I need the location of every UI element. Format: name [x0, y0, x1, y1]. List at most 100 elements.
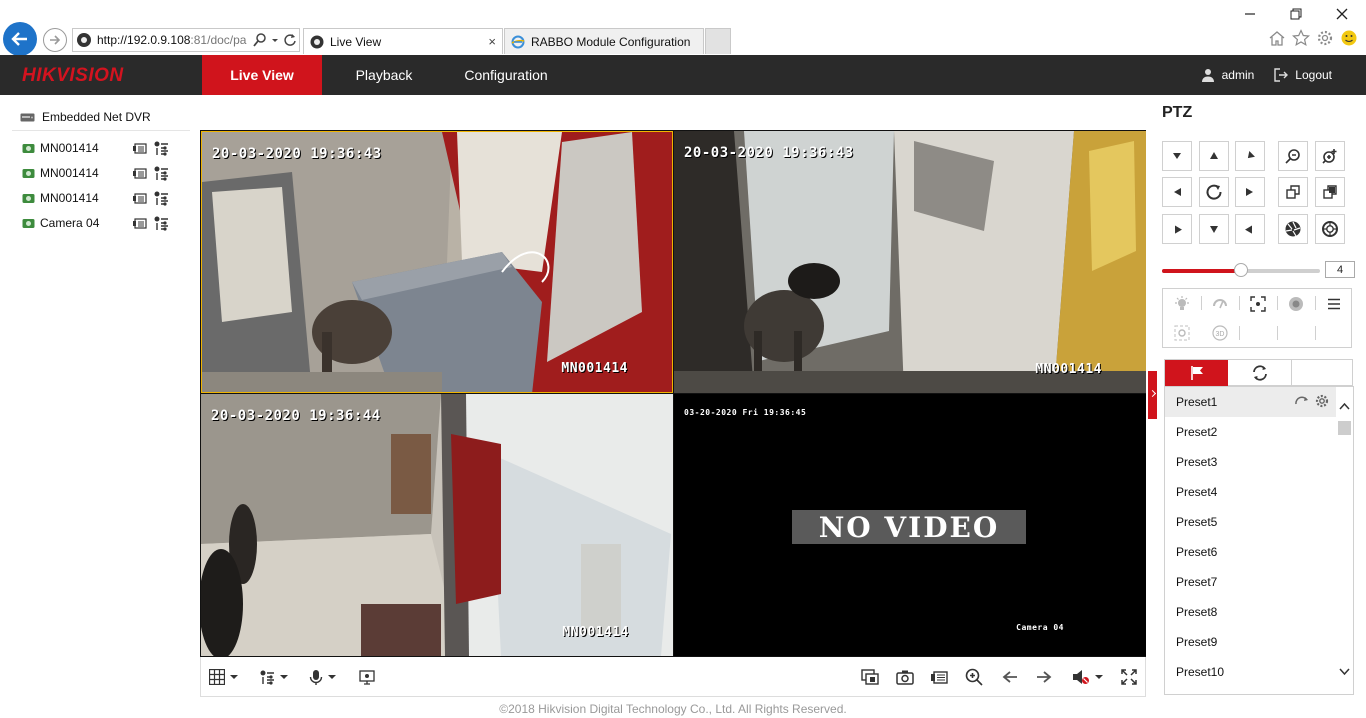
minimize-icon[interactable] — [1240, 6, 1260, 22]
focus-near-button[interactable] — [1278, 177, 1308, 207]
list-item-preset[interactable]: Preset3 — [1165, 447, 1337, 477]
ptz-auto-scan-button[interactable] — [1199, 177, 1229, 207]
scrollbar-thumb[interactable] — [1338, 421, 1351, 435]
chevron-up-icon[interactable] — [1339, 402, 1350, 410]
call-preset-icon[interactable] — [1295, 395, 1309, 407]
ptz-down-button[interactable] — [1199, 214, 1229, 244]
gear-icon[interactable] — [1315, 394, 1329, 408]
tab-label: Live View — [330, 34, 382, 49]
fullscreen-button[interactable] — [1121, 666, 1137, 688]
favorites-star-icon[interactable] — [1292, 29, 1310, 47]
auxiliary-focus-button[interactable] — [1239, 290, 1277, 318]
3d-positioning-button[interactable]: 3D — [1201, 319, 1239, 347]
ptz-up-left-button[interactable] — [1162, 141, 1192, 171]
tree-root-dvr[interactable]: Embedded Net DVR — [20, 110, 151, 124]
ptz-speed-handle[interactable] — [1234, 263, 1248, 277]
tab-rabbo-config[interactable]: RABBO Module Configuration — [504, 28, 704, 54]
new-tab-button[interactable] — [705, 28, 731, 54]
capture-button[interactable] — [896, 666, 914, 688]
settings-gear-icon[interactable] — [1316, 29, 1334, 47]
list-item-preset[interactable]: Preset5 — [1165, 507, 1337, 537]
iris-close-icon — [1322, 221, 1338, 237]
ezoom-button[interactable] — [359, 666, 375, 688]
close-icon[interactable]: × — [488, 34, 496, 49]
nav-live-view[interactable]: Live View — [202, 55, 322, 95]
manual-tracking-button[interactable] — [1163, 319, 1201, 347]
next-page-button[interactable] — [1036, 666, 1052, 688]
list-item-preset[interactable]: Preset10 — [1165, 657, 1337, 687]
user-menu[interactable]: admin — [1201, 68, 1254, 82]
ptz-control-icon[interactable] — [153, 140, 169, 156]
list-item-preset[interactable]: Preset9 — [1165, 627, 1337, 657]
record-icon[interactable] — [132, 216, 147, 230]
ptz-right-button[interactable] — [1235, 177, 1265, 207]
list-item-preset[interactable]: Preset6 — [1165, 537, 1337, 567]
window-close-icon[interactable] — [1332, 6, 1352, 22]
ptz-left-button[interactable] — [1162, 177, 1192, 207]
audio-talk-button[interactable] — [309, 666, 336, 688]
home-icon[interactable] — [1268, 29, 1286, 47]
logout-button[interactable]: Logout — [1274, 68, 1332, 82]
tab-presets[interactable] — [1165, 360, 1228, 386]
video-tile-2[interactable]: 20-03-2020 19:36:43 MN001414 — [674, 131, 1146, 393]
tree-item-camera-2[interactable]: MN001414 — [22, 165, 182, 181]
nav-configuration[interactable]: Configuration — [452, 55, 560, 95]
video-tile-3[interactable]: 20-03-2020 19:36:44 MN001414 — [201, 394, 673, 656]
stream-type-button[interactable] — [259, 666, 288, 688]
feedback-smiley-icon[interactable] — [1340, 29, 1358, 47]
ptz-up-right-button[interactable] — [1235, 141, 1265, 171]
lens-init-button[interactable] — [1277, 290, 1315, 318]
video-tile-1[interactable]: 20-03-2020 19:36:43 MN001414 — [201, 131, 673, 393]
ptz-speed-slider[interactable] — [1162, 263, 1320, 277]
preset-scrollbar[interactable] — [1336, 387, 1353, 694]
volume-button[interactable] — [1072, 666, 1103, 688]
chevron-down-icon[interactable] — [1339, 668, 1350, 676]
list-item-preset[interactable]: Preset7 — [1165, 567, 1337, 597]
tree-item-label: MN001414 — [40, 166, 99, 180]
tree-item-camera-3[interactable]: MN001414 — [22, 190, 182, 206]
back-button[interactable] — [3, 22, 37, 56]
search-icon[interactable] — [253, 32, 267, 48]
ptz-control-icon[interactable] — [153, 215, 169, 231]
video-tile-4[interactable]: 03-20-2020 Fri 19:36:45 NO VIDEO Camera … — [674, 394, 1146, 656]
list-item-preset[interactable]: Preset4 — [1165, 477, 1337, 507]
ptz-down-left-button[interactable] — [1162, 214, 1192, 244]
iris-open-button[interactable] — [1278, 214, 1308, 244]
dropdown-icon[interactable] — [271, 32, 279, 48]
list-item-preset[interactable]: Preset2 — [1165, 417, 1337, 447]
address-bar[interactable]: http://192.0.9.108:81/doc/pa — [72, 28, 300, 52]
previous-page-button[interactable] — [1002, 666, 1018, 688]
more-menu-button[interactable] — [1315, 290, 1353, 318]
record-icon[interactable] — [132, 141, 147, 155]
iris-close-button[interactable] — [1315, 214, 1345, 244]
tab-patrols[interactable] — [1228, 360, 1291, 386]
site-favicon-icon — [77, 33, 91, 47]
nav-playback[interactable]: Playback — [340, 55, 428, 95]
restore-icon[interactable] — [1286, 6, 1306, 22]
stream-settings-icon — [260, 670, 274, 685]
list-item-preset[interactable]: Preset1 — [1165, 387, 1337, 417]
window-layout-button[interactable] — [209, 666, 238, 688]
ptz-down-right-button[interactable] — [1235, 214, 1265, 244]
record-icon[interactable] — [132, 166, 147, 180]
light-button[interactable] — [1163, 290, 1201, 318]
stop-all-preview-button[interactable] — [861, 666, 879, 688]
wiper-button[interactable] — [1201, 290, 1239, 318]
ptz-panel-toggle[interactable] — [1148, 371, 1157, 419]
ptz-control-icon[interactable] — [153, 165, 169, 181]
focus-far-button[interactable] — [1315, 177, 1345, 207]
record-icon[interactable] — [132, 191, 147, 205]
tree-item-camera-1[interactable]: MN001414 — [22, 140, 182, 156]
tab-live-view[interactable]: Live View × — [303, 28, 503, 54]
tab-pattern[interactable] — [1291, 360, 1354, 386]
tree-item-camera-4[interactable]: Camera 04 — [22, 215, 182, 231]
digital-zoom-button[interactable] — [965, 666, 983, 688]
record-all-button[interactable] — [930, 666, 948, 688]
ptz-control-icon[interactable] — [153, 190, 169, 206]
zoom-in-button[interactable] — [1315, 141, 1345, 171]
forward-button[interactable] — [43, 28, 67, 52]
zoom-out-button[interactable] — [1278, 141, 1308, 171]
refresh-icon[interactable] — [283, 32, 297, 48]
list-item-preset[interactable]: Preset8 — [1165, 597, 1337, 627]
ptz-up-button[interactable] — [1199, 141, 1229, 171]
